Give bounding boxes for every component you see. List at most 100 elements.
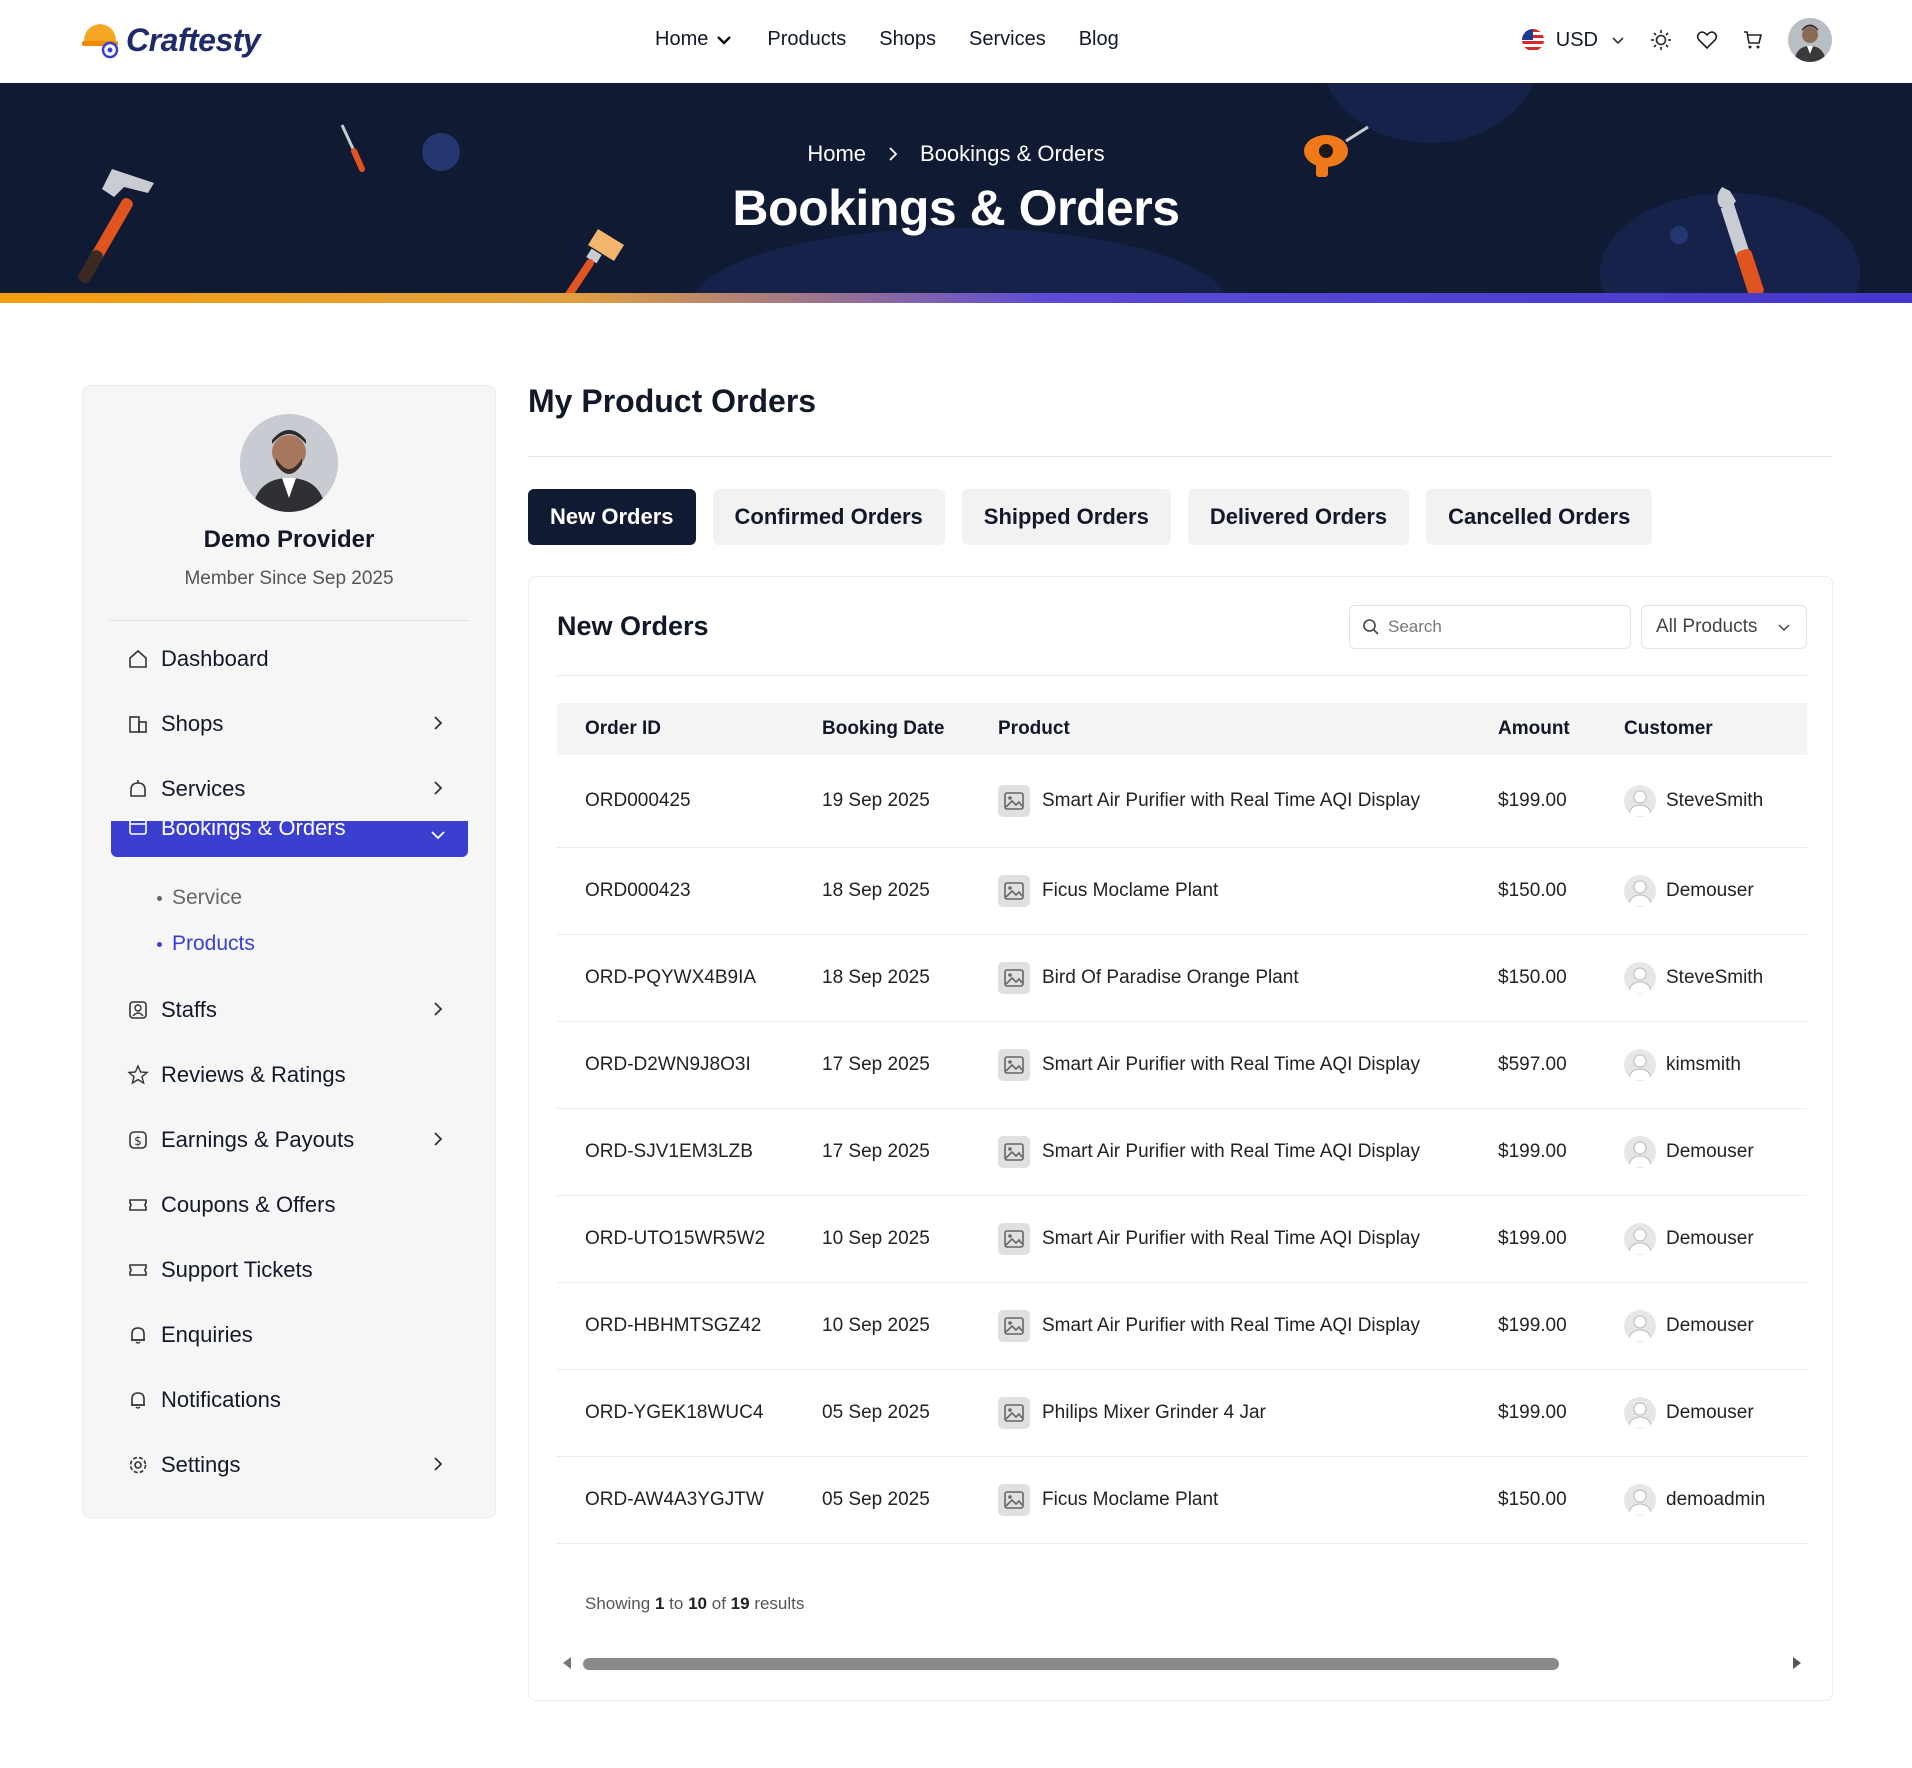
- brand-logo[interactable]: Craftesty: [80, 18, 261, 62]
- user-avatar-icon: [1624, 1396, 1656, 1429]
- profile-name: Demo Provider: [203, 526, 375, 553]
- nav-blog[interactable]: Blog: [1079, 28, 1119, 51]
- currency-label: USD: [1555, 28, 1598, 51]
- heart-icon[interactable]: [1696, 29, 1718, 51]
- table-row[interactable]: ORD-YGEK18WUC4 05 Sep 2025 Philips Mixer G…: [557, 1369, 1807, 1456]
- customer-cell: SteveSmith: [1596, 934, 1807, 1021]
- bell-icon: [131, 1391, 145, 1409]
- table-row[interactable]: ORD-SJV1EM3LZB 17 Sep 2025 Smart Air Purif…: [557, 1108, 1807, 1195]
- sidebar-item-label: Bookings & Orders: [161, 815, 346, 840]
- customer-info: Demouser: [1624, 874, 1807, 907]
- cart-icon[interactable]: [1742, 29, 1764, 51]
- sidebar-item-staffs[interactable]: Staffs: [111, 977, 468, 1042]
- divider: [528, 456, 1833, 457]
- sidebar-item-earnings[interactable]: $ Earnings & Payouts: [111, 1107, 468, 1172]
- customer-name: Demouser: [1666, 1314, 1754, 1336]
- search-icon: [1363, 619, 1379, 635]
- tab-delivered-orders[interactable]: Delivered Orders: [1187, 489, 1410, 545]
- sidebar-item-support-tickets[interactable]: Support Tickets: [111, 1237, 468, 1302]
- product-cell: Smart Air Purifier with Real Time AQI Di…: [970, 1021, 1470, 1108]
- sidebar-item-coupons[interactable]: Coupons & Offers: [111, 1172, 468, 1237]
- sidebar-item-dashboard[interactable]: Dashboard: [111, 626, 468, 691]
- product-name[interactable]: Smart Air Purifier with Real Time AQI Di…: [1042, 1054, 1420, 1076]
- order-id-cell[interactable]: ORD-UTO15WR5W2: [557, 1195, 794, 1282]
- image-placeholder-icon: [998, 1396, 1030, 1429]
- sidebar-item-label: Services: [161, 775, 246, 801]
- order-id-cell[interactable]: ORD-HBHMTSGZ42: [557, 1282, 794, 1369]
- product-name[interactable]: Philips Mixer Grinder 4 Jar: [1042, 1402, 1266, 1424]
- sidebar-item-reviews[interactable]: Reviews & Ratings: [111, 1042, 468, 1107]
- member-since: Member Since Sep 2025: [184, 568, 394, 589]
- order-id-cell[interactable]: ORD000425: [557, 755, 794, 847]
- sidebar-item-notifications[interactable]: Notifications: [111, 1367, 468, 1432]
- sidebar-item-services[interactable]: Services: [111, 756, 468, 821]
- chevron-right-icon: [434, 716, 443, 730]
- product-name[interactable]: Ficus Moclame Plant: [1042, 880, 1218, 902]
- sidebar-menu: Dashboard Shops Services Bookings & Orde…: [111, 626, 468, 1497]
- sidebar-item-settings[interactable]: Settings: [111, 1432, 468, 1497]
- image-placeholder-icon: [998, 1483, 1030, 1516]
- orders-table: Order ID Booking Date Product Amount Cus…: [557, 703, 1807, 1544]
- amount-cell: $199.00: [1498, 1140, 1567, 1162]
- bookings-submenu: Service Products: [111, 857, 468, 977]
- table-row[interactable]: ORD-HBHMTSGZ42 10 Sep 2025 Smart Air Purif…: [557, 1282, 1807, 1369]
- table-row[interactable]: ORD000425 19 Sep 2025 Smart Air Purifier w…: [557, 755, 1807, 847]
- search-input[interactable]: [1388, 617, 1608, 637]
- breadcrumb-home[interactable]: Home: [807, 141, 866, 167]
- table-header-row: Order ID Booking Date Product Amount Cus…: [557, 703, 1807, 755]
- product-cell: Bird Of Paradise Orange Plant: [970, 934, 1470, 1021]
- nav-shops[interactable]: Shops: [879, 28, 936, 51]
- product-name[interactable]: Smart Air Purifier with Real Time AQI Di…: [1042, 1141, 1420, 1163]
- customer-name: Demouser: [1666, 1401, 1754, 1423]
- user-avatar[interactable]: [1788, 18, 1832, 62]
- scroll-left-arrow-icon[interactable]: [563, 1657, 571, 1669]
- table-row[interactable]: ORD-AW4A3YGJTW 05 Sep 2025 Ficus Moclame P…: [557, 1456, 1807, 1543]
- scroll-right-arrow-icon[interactable]: [1793, 1657, 1801, 1669]
- tab-new-orders[interactable]: New Orders: [528, 489, 696, 545]
- nav-services[interactable]: Services: [969, 28, 1046, 51]
- order-id-cell[interactable]: ORD000423: [557, 847, 794, 934]
- amount-cell: $199.00: [1498, 1314, 1567, 1336]
- customer-cell: Demouser: [1596, 1108, 1807, 1195]
- amount-cell: $199.00: [1498, 1401, 1567, 1423]
- nav-home[interactable]: Home: [655, 28, 734, 51]
- tab-shipped-orders[interactable]: Shipped Orders: [961, 489, 1171, 545]
- order-id-cell[interactable]: ORD-D2WN9J8O3I: [557, 1021, 794, 1108]
- submenu-item-service[interactable]: Service: [157, 875, 468, 921]
- sidebar-item-label: Notifications: [161, 1386, 281, 1412]
- currency-selector[interactable]: USD: [1521, 28, 1626, 52]
- tab-cancelled-orders[interactable]: Cancelled Orders: [1426, 489, 1653, 545]
- product-name[interactable]: Bird Of Paradise Orange Plant: [1042, 967, 1299, 989]
- submenu-item-products[interactable]: Products: [157, 921, 468, 967]
- order-id-cell[interactable]: ORD-PQYWX4B9IA: [557, 934, 794, 1021]
- sun-icon[interactable]: [1650, 29, 1672, 51]
- nav-products[interactable]: Products: [767, 28, 846, 51]
- table-row[interactable]: ORD-UTO15WR5W2 10 Sep 2025 Smart Air Purif…: [557, 1195, 1807, 1282]
- product-cell: Smart Air Purifier with Real Time AQI Di…: [970, 755, 1470, 847]
- product-filter-select[interactable]: All Products: [1641, 605, 1807, 649]
- product-name[interactable]: Smart Air Purifier with Real Time AQI Di…: [1042, 790, 1420, 812]
- pagination-text: of: [711, 1594, 726, 1613]
- table-row[interactable]: ORD-PQYWX4B9IA 18 Sep 2025 Bird Of Paradis…: [557, 934, 1807, 1021]
- search-box[interactable]: [1349, 605, 1631, 649]
- order-id-cell[interactable]: ORD-AW4A3YGJTW: [557, 1456, 794, 1543]
- product-name[interactable]: Ficus Moclame Plant: [1042, 1489, 1218, 1511]
- sidebar-item-enquiries[interactable]: Enquiries: [111, 1302, 468, 1367]
- product-name[interactable]: Smart Air Purifier with Real Time AQI Di…: [1042, 1228, 1420, 1250]
- image-placeholder-icon: [998, 1135, 1030, 1168]
- table-row[interactable]: ORD-D2WN9J8O3I 17 Sep 2025 Smart Air Purif…: [557, 1021, 1807, 1108]
- booking-date-cell: 19 Sep 2025: [822, 789, 930, 811]
- order-id-cell[interactable]: ORD-SJV1EM3LZB: [557, 1108, 794, 1195]
- order-id-cell[interactable]: ORD-YGEK18WUC4: [557, 1369, 794, 1456]
- customer-info: kimsmith: [1624, 1048, 1807, 1081]
- scrollbar-thumb[interactable]: [583, 1658, 1559, 1670]
- sidebar-item-shops[interactable]: Shops: [111, 691, 468, 756]
- product-name[interactable]: Smart Air Purifier with Real Time AQI Di…: [1042, 1315, 1420, 1337]
- horizontal-scrollbar[interactable]: [557, 1653, 1807, 1673]
- table-row[interactable]: ORD000423 18 Sep 2025 Ficus Moclame Plant $…: [557, 847, 1807, 934]
- sidebar-item-bookings-orders[interactable]: Bookings & Orders: [111, 815, 468, 857]
- pagination-text: Showing: [585, 1594, 651, 1613]
- user-avatar-icon: [1624, 961, 1656, 994]
- customer-cell: kimsmith: [1596, 1021, 1807, 1108]
- tab-confirmed-orders[interactable]: Confirmed Orders: [712, 489, 945, 545]
